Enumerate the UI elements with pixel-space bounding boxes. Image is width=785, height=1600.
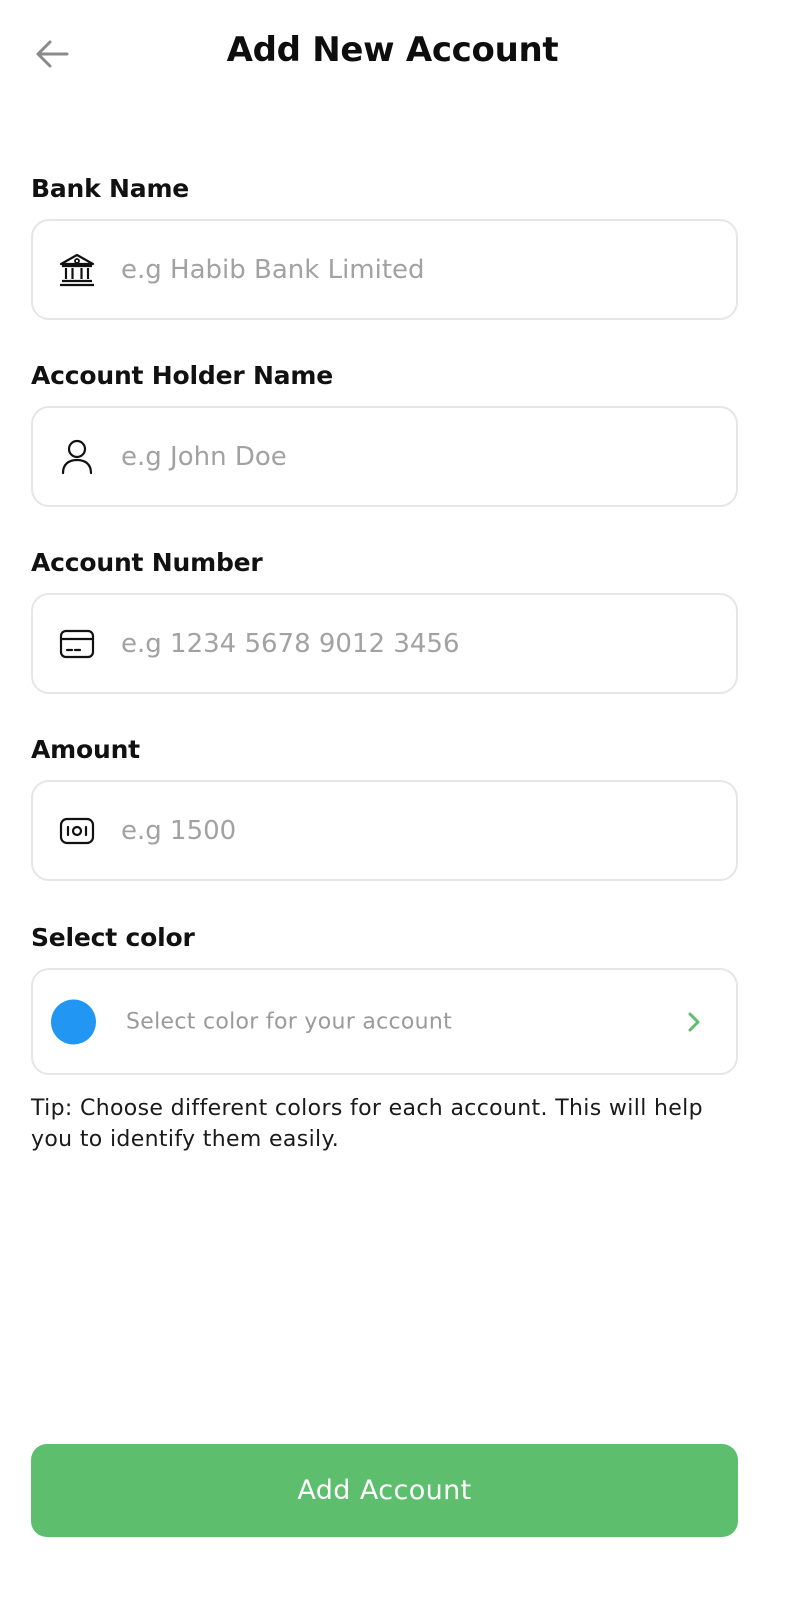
holder-name-field[interactable] [31, 406, 738, 507]
user-icon [57, 437, 97, 477]
bank-name-label: Bank Name [31, 174, 190, 203]
bank-name-field[interactable] [31, 219, 738, 320]
tip-text: Tip: Choose different colors for each ac… [31, 1096, 703, 1152]
chevron-right-icon [688, 1012, 700, 1031]
account-number-field[interactable] [31, 593, 738, 694]
holder-name-label: Account Holder Name [31, 361, 333, 390]
amount-input[interactable] [121, 782, 716, 879]
add-account-button[interactable]: Add Account [31, 1444, 738, 1537]
color-selector-text: Select color for your account [126, 1009, 453, 1034]
app-header: Add New Account [0, 0, 785, 110]
account-number-input[interactable] [121, 595, 716, 692]
card-icon [57, 624, 97, 664]
holder-name-input[interactable] [121, 408, 716, 505]
color-swatch [51, 999, 96, 1044]
bank-icon [57, 250, 97, 290]
amount-label: Amount [31, 735, 140, 764]
cash-icon [57, 811, 97, 851]
select-color-label: Select color [31, 923, 195, 952]
page-title: Add New Account [226, 30, 559, 70]
amount-field[interactable] [31, 780, 738, 881]
account-number-label: Account Number [31, 548, 263, 577]
color-selector[interactable]: Select color for your account [31, 968, 738, 1075]
bank-name-input[interactable] [121, 221, 716, 318]
